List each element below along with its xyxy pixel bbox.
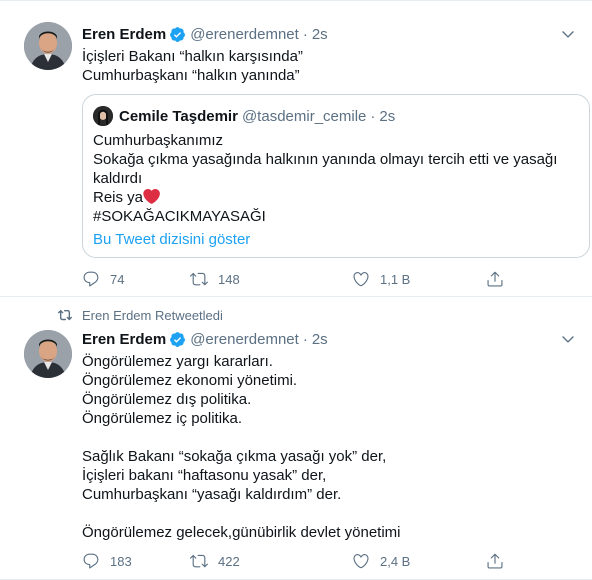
author-name[interactable]: Eren Erdem <box>82 26 166 43</box>
timestamp[interactable]: 2s <box>312 26 328 43</box>
tweet-actions: 74 148 1,1 B <box>82 269 522 289</box>
hashtag-line[interactable]: #SOKAĞACIKMAYASAĞI <box>93 208 266 225</box>
chevron-down-icon[interactable] <box>560 26 576 42</box>
retweeted-by-label[interactable]: Eren Erdem Retweetledi <box>82 308 223 323</box>
quoted-tweet-text: Cumhurbaşkanımız Sokağa çıkma yasağında … <box>93 131 573 226</box>
verified-badge-icon <box>170 26 186 42</box>
retweet-count: 422 <box>218 553 240 569</box>
reply-icon <box>83 271 99 287</box>
separator-dot: · <box>370 107 376 125</box>
red-heart-emoji-icon <box>143 189 160 204</box>
like-button[interactable]: 2,4 B <box>352 551 410 571</box>
share-icon <box>487 553 503 569</box>
like-count: 2,4 B <box>380 553 411 569</box>
show-thread-link[interactable]: Bu Tweet dizisini göster <box>93 231 250 248</box>
verified-badge-icon <box>170 331 186 347</box>
retweet-icon <box>58 310 72 321</box>
tweet-actions: 183 422 2,4 B <box>82 551 522 571</box>
like-button[interactable]: 1,1 B <box>352 269 410 289</box>
author-handle[interactable]: @erenerdemnet <box>190 26 299 43</box>
share-button[interactable] <box>486 551 514 571</box>
tweet[interactable]: Eren Erdem Retweetledi Eren Erdem @erene… <box>0 297 592 580</box>
like-count: 1,1 B <box>380 271 411 287</box>
tweet-header: Eren Erdem @erenerdemnet · 2s <box>82 328 328 350</box>
share-icon <box>487 271 503 287</box>
quoted-author-name[interactable]: Cemile Taşdemir <box>119 108 238 125</box>
quoted-author-handle[interactable]: @tasdemir_cemile <box>242 108 366 125</box>
separator-dot: · <box>302 25 308 43</box>
tweet-text: Öngörülemez yargı kararları. Öngörülemez… <box>82 353 401 541</box>
retweet-button[interactable]: 422 <box>190 551 240 571</box>
quoted-avatar <box>93 106 113 126</box>
reply-count: 183 <box>110 553 132 569</box>
heart-icon <box>353 554 369 569</box>
author-name[interactable]: Eren Erdem <box>82 331 166 348</box>
reply-button[interactable]: 74 <box>82 269 124 289</box>
separator-dot: · <box>302 330 308 348</box>
tweet-text: İçişleri Bakanı “halkın karşısında” Cumh… <box>82 48 303 84</box>
quoted-tweet[interactable]: Cemile Taşdemir @tasdemir_cemile · 2s Cu… <box>82 94 590 258</box>
retweet-button[interactable]: 148 <box>190 269 240 289</box>
tweet[interactable]: Eren Erdem @erenerdemnet · 2s İçişleri B… <box>0 0 592 297</box>
chevron-down-icon[interactable] <box>560 331 576 347</box>
share-button[interactable] <box>486 269 514 289</box>
avatar[interactable] <box>24 22 72 70</box>
retweet-context: Eren Erdem Retweetledi <box>58 307 223 323</box>
quoted-tweet-header: Cemile Taşdemir @tasdemir_cemile · 2s <box>93 106 395 126</box>
timestamp[interactable]: 2s <box>312 331 328 348</box>
retweet-count: 148 <box>218 271 240 287</box>
reply-count: 74 <box>110 271 125 287</box>
quoted-timestamp[interactable]: 2s <box>379 108 395 125</box>
avatar[interactable] <box>24 330 72 378</box>
retweet-icon <box>190 272 208 286</box>
heart-icon <box>353 272 369 287</box>
reply-button[interactable]: 183 <box>82 551 132 571</box>
author-handle[interactable]: @erenerdemnet <box>190 331 299 348</box>
tweet-header: Eren Erdem @erenerdemnet · 2s <box>82 23 328 45</box>
retweet-icon <box>190 554 208 568</box>
reply-icon <box>83 553 99 569</box>
quoted-text-main: Cumhurbaşkanımız Sokağa çıkma yasağında … <box>93 132 558 206</box>
